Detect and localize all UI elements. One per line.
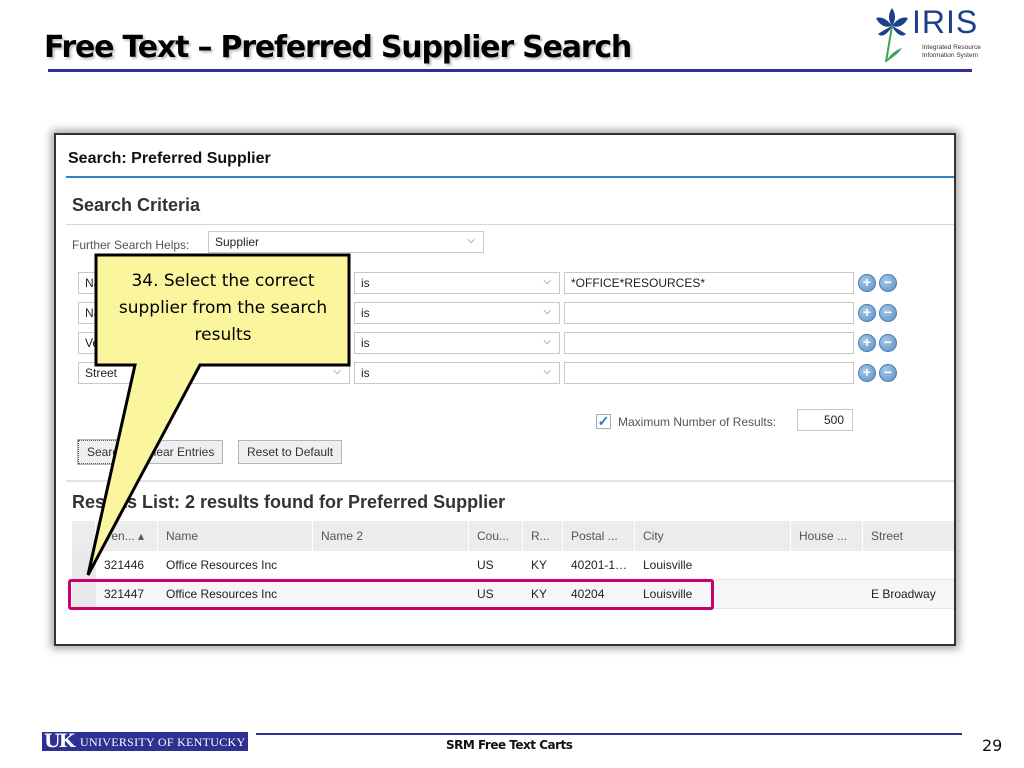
callout-line: 34. Select the correct <box>131 271 315 291</box>
uk-logo-mark: UK <box>44 732 75 751</box>
iris-logo: IRIS Integrated Resource Information Sys… <box>872 4 982 68</box>
criteria-field-value: Ve <box>85 336 100 350</box>
criteria-value-input[interactable] <box>564 362 854 384</box>
cell-street <box>863 551 879 580</box>
cell-postal: 40201-1… <box>571 558 628 572</box>
criteria-operator-value: is <box>361 276 370 290</box>
results-heading: Results List: 2 results found for Prefer… <box>72 492 506 512</box>
remove-row-button[interactable]: − <box>879 364 897 382</box>
column-header-house[interactable]: House ... <box>791 521 863 551</box>
uk-logo: UK UNIVERSITY OF KENTUCKY <box>42 732 248 751</box>
table-row[interactable]: 321446 Office Resources Inc US KY 40201-… <box>72 551 954 580</box>
callout-text: 34. Select the correct supplier from the… <box>98 268 348 349</box>
chevron-down-icon: ⌵ <box>543 306 551 317</box>
column-header-city[interactable]: City <box>635 521 791 551</box>
title-divider <box>48 69 972 72</box>
footer-course-title: SRM Free Text Carts <box>446 738 573 752</box>
cell-name2 <box>313 551 329 580</box>
iris-subtitle-line1: Integrated Resource <box>922 44 981 51</box>
callout-line: results <box>194 325 252 345</box>
column-header-country[interactable]: Cou... <box>469 521 523 551</box>
callout-line: supplier from the search <box>118 298 328 318</box>
cell-name: Office Resources Inc <box>166 558 278 572</box>
column-header-vendor[interactable]: Ven... ▴ <box>96 521 158 551</box>
criteria-value-input[interactable] <box>564 332 854 354</box>
cell-street: E Broadway <box>871 587 936 601</box>
further-search-helps-value: Supplier <box>215 235 260 249</box>
column-header-street[interactable]: Street <box>863 521 954 551</box>
row-selector[interactable] <box>72 551 96 580</box>
chevron-down-icon: ⌵ <box>543 366 551 377</box>
chevron-down-icon: ⌵ <box>467 235 475 246</box>
chevron-down-icon: ⌵ <box>333 366 341 377</box>
criteria-operator-select[interactable]: is ⌵ <box>354 302 560 324</box>
footer-divider <box>256 733 962 735</box>
cell-city: Louisville <box>643 558 693 572</box>
clear-entries-button[interactable]: Clear Entries <box>136 440 224 464</box>
reset-to-default-button[interactable]: Reset to Default <box>238 440 343 464</box>
uk-logo-text: UNIVERSITY OF KENTUCKY <box>80 735 246 749</box>
criteria-operator-select[interactable]: is ⌵ <box>354 362 560 384</box>
max-results-input[interactable]: 500 <box>797 409 853 431</box>
max-results-label: Maximum Number of Results: <box>618 415 777 429</box>
search-button[interactable]: Search <box>76 439 136 465</box>
criteria-field-select[interactable]: Street ⌵ <box>78 362 350 384</box>
criteria-operator-value: is <box>361 366 370 380</box>
iris-wordmark: IRIS <box>912 4 979 40</box>
criteria-operator-value: is <box>361 306 370 320</box>
add-row-button[interactable]: + <box>858 364 876 382</box>
further-search-helps-label: Further Search Helps: <box>72 238 190 252</box>
criteria-divider <box>66 224 954 225</box>
chevron-down-icon: ⌵ <box>543 336 551 347</box>
add-row-button[interactable]: + <box>858 274 876 292</box>
add-row-button[interactable]: + <box>858 334 876 352</box>
iris-flower-icon <box>876 8 908 63</box>
slide-title: Free Text – Preferred Supplier Search <box>44 30 632 65</box>
criteria-field-value: Street <box>85 366 118 380</box>
row-highlight-box <box>68 579 714 610</box>
max-results-checkbox[interactable]: ✓ <box>596 414 611 429</box>
add-row-button[interactable]: + <box>858 304 876 322</box>
criteria-operator-select[interactable]: is ⌵ <box>354 332 560 354</box>
table-header: Ven... ▴ Name Name 2 Cou... R... Postal … <box>72 521 954 551</box>
page-number: 29 <box>982 736 1003 755</box>
criteria-value-input[interactable] <box>564 302 854 324</box>
panel-title-divider <box>66 176 954 178</box>
column-header-region[interactable]: R... <box>523 521 563 551</box>
remove-row-button[interactable]: − <box>879 304 897 322</box>
further-search-helps-select[interactable]: Supplier ⌵ <box>208 231 484 253</box>
search-criteria-heading: Search Criteria <box>72 195 201 215</box>
column-header-postal[interactable]: Postal ... <box>563 521 635 551</box>
remove-row-button[interactable]: − <box>879 334 897 352</box>
panel-title: Search: Preferred Supplier <box>68 150 271 167</box>
search-panel: Search: Preferred Supplier Search Criter… <box>54 133 956 646</box>
cell-country: US <box>477 558 494 572</box>
cell-house <box>791 580 807 609</box>
iris-subtitle-line2: Information System <box>922 52 978 59</box>
cell-vendor: 321446 <box>104 558 145 572</box>
criteria-operator-select[interactable]: is ⌵ <box>354 272 560 294</box>
remove-row-button[interactable]: − <box>879 274 897 292</box>
iris-subtitle: Integrated Resource Information System <box>922 44 981 60</box>
select-all-column[interactable] <box>72 521 96 551</box>
criteria-operator-value: is <box>361 336 370 350</box>
cell-region: KY <box>531 558 548 572</box>
column-header-name[interactable]: Name <box>158 521 313 551</box>
chevron-down-icon: ⌵ <box>543 276 551 287</box>
results-divider <box>66 480 954 482</box>
column-header-name2[interactable]: Name 2 <box>313 521 469 551</box>
cell-house <box>791 551 807 580</box>
criteria-value-input[interactable]: *OFFICE*RESOURCES* <box>564 272 854 294</box>
